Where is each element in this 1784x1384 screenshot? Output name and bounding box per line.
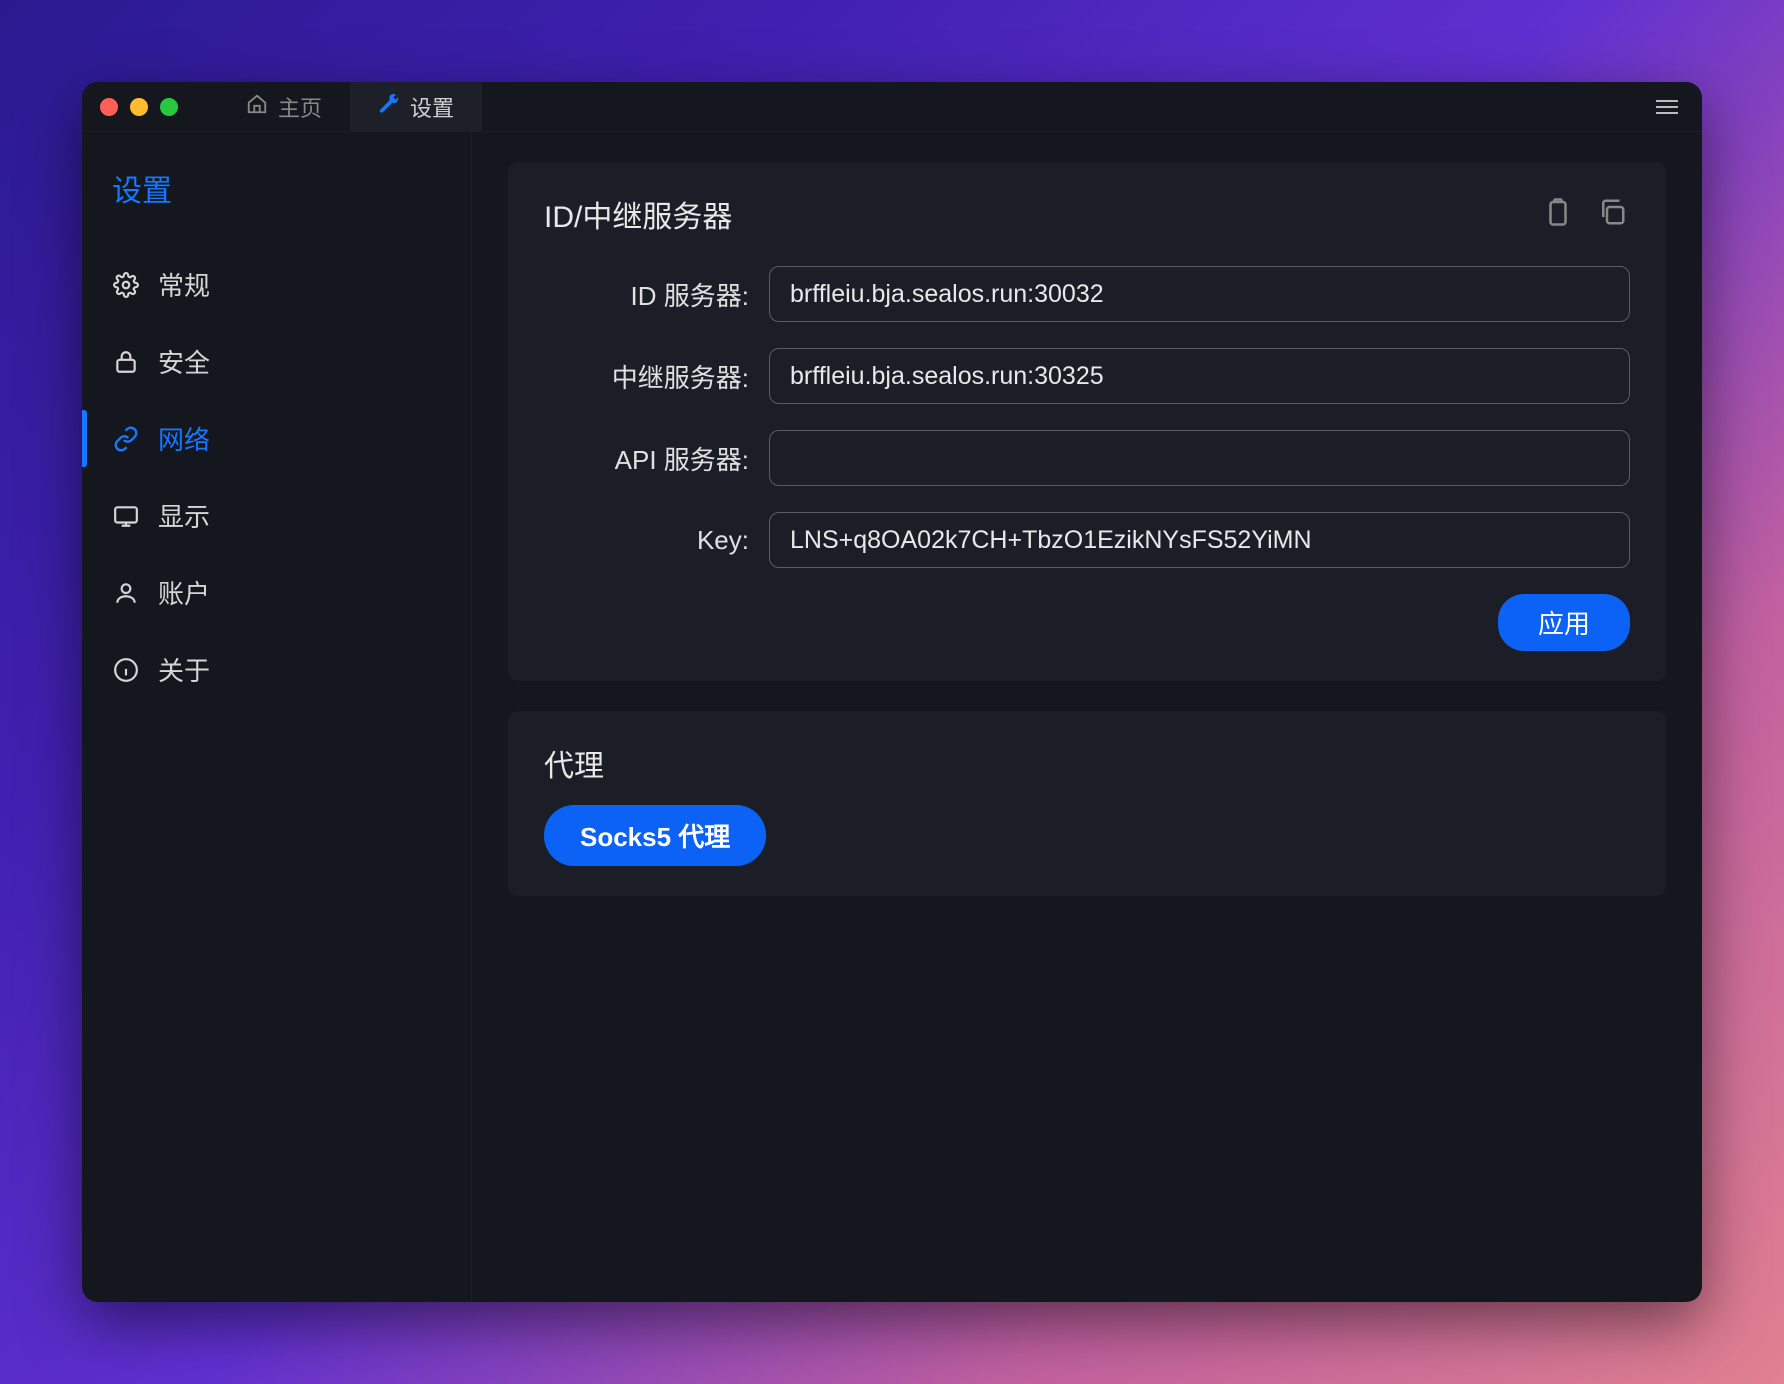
tab-home[interactable]: 主页 [218,82,350,131]
id-server-input[interactable] [769,266,1630,322]
tab-home-label: 主页 [278,91,322,123]
card-header: ID/中继服务器 [544,192,1630,236]
sidebar-item-label: 关于 [158,651,210,688]
lock-icon [112,348,140,376]
monitor-icon [112,502,140,530]
main-content: ID/中继服务器 [472,132,1702,1302]
key-input[interactable] [769,512,1630,568]
apply-button[interactable]: 应用 [1498,594,1630,651]
apply-row: 应用 [544,594,1630,651]
form-row-key: Key: [544,512,1630,568]
minimize-window-button[interactable] [130,98,148,116]
api-server-label: API 服务器: [544,440,749,477]
home-icon [246,93,268,121]
sidebar-item-label: 显示 [158,497,210,534]
copy-icon [1597,197,1627,232]
proxy-card-title: 代理 [544,741,1630,785]
copy-button[interactable] [1594,196,1630,232]
sidebar: 设置 常规 安全 网络 [82,132,472,1302]
link-icon [112,425,140,453]
gear-icon [112,271,140,299]
sidebar-item-label: 网络 [158,420,210,457]
tab-settings[interactable]: 设置 [350,82,482,131]
sidebar-item-about[interactable]: 关于 [82,631,471,708]
app-window: 主页 设置 设置 常规 [82,82,1702,1302]
sidebar-item-security[interactable]: 安全 [82,323,471,400]
menu-button[interactable] [1656,100,1678,114]
close-window-button[interactable] [100,98,118,116]
relay-server-label: 中继服务器: [544,358,749,395]
window-controls [100,98,178,116]
relay-server-input[interactable] [769,348,1630,404]
titlebar: 主页 设置 [82,82,1702,132]
sidebar-item-display[interactable]: 显示 [82,477,471,554]
titlebar-right [1656,100,1684,114]
form-row-api-server: API 服务器: [544,430,1630,486]
sidebar-item-label: 常规 [158,266,210,303]
window-body: 设置 常规 安全 网络 [82,132,1702,1302]
user-icon [112,579,140,607]
wrench-icon [378,93,400,121]
relay-card-title: ID/中继服务器 [544,192,732,236]
sidebar-title: 设置 [82,156,471,246]
form-row-id-server: ID 服务器: [544,266,1630,322]
sidebar-item-general[interactable]: 常规 [82,246,471,323]
card-actions [1540,196,1630,232]
id-server-label: ID 服务器: [544,276,749,313]
maximize-window-button[interactable] [160,98,178,116]
form-row-relay-server: 中继服务器: [544,348,1630,404]
sidebar-item-account[interactable]: 账户 [82,554,471,631]
socks5-proxy-button[interactable]: Socks5 代理 [544,805,766,866]
key-label: Key: [544,525,749,556]
tab-settings-label: 设置 [410,91,454,123]
paste-button[interactable] [1540,196,1576,232]
tab-bar: 主页 设置 [218,82,482,131]
proxy-card: 代理 Socks5 代理 [508,711,1666,896]
clipboard-icon [1543,197,1573,232]
info-icon [112,656,140,684]
api-server-input[interactable] [769,430,1630,486]
sidebar-item-label: 账户 [158,574,210,611]
sidebar-item-network[interactable]: 网络 [82,400,471,477]
relay-server-card: ID/中继服务器 [508,162,1666,681]
sidebar-item-label: 安全 [158,343,210,380]
